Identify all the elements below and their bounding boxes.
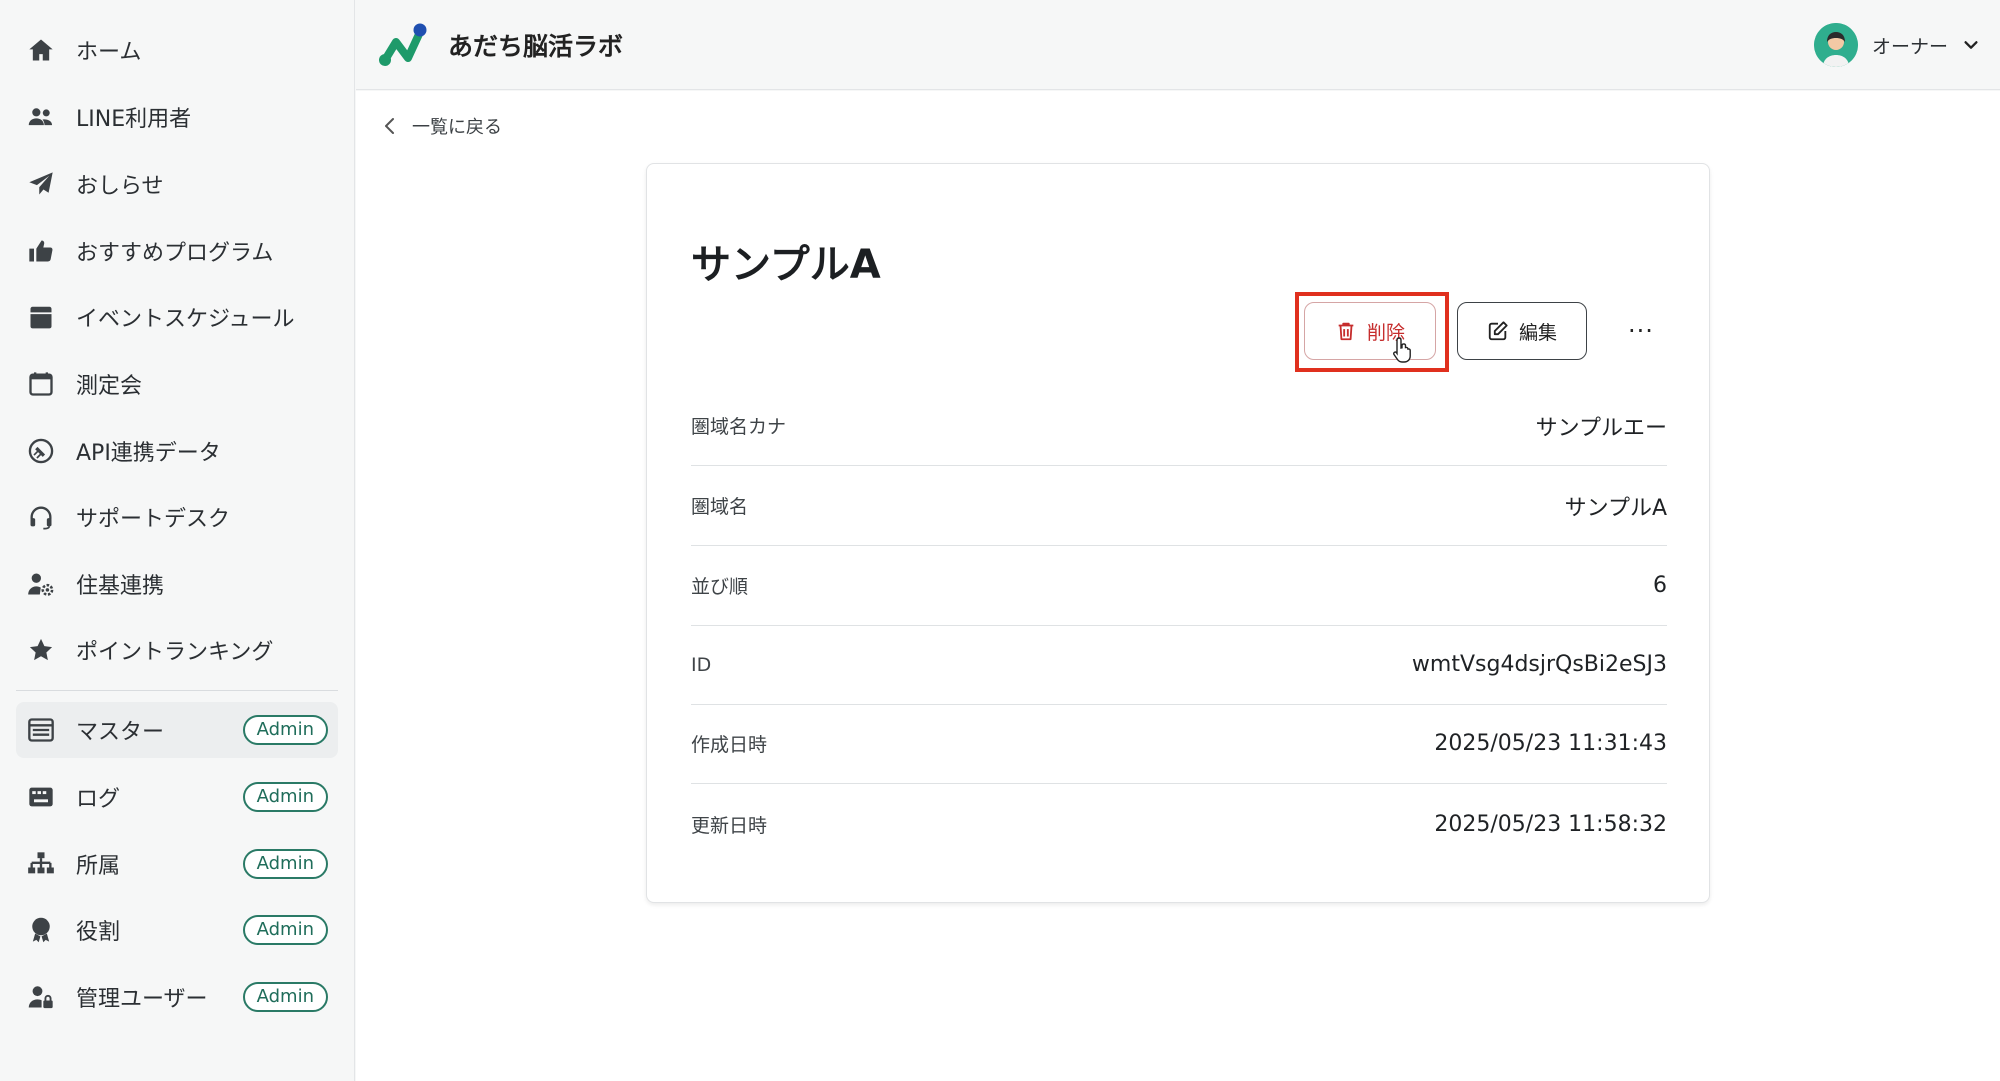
sidebar-item-label: API連携データ bbox=[76, 441, 221, 466]
field-row-area-kana: 圏域名カナ サンプルエー bbox=[691, 386, 1667, 466]
sidebar-item-line-users[interactable]: LINE利用者 bbox=[16, 89, 338, 145]
headset-icon bbox=[26, 502, 56, 532]
hand-cursor-icon bbox=[1393, 337, 1411, 363]
back-link-label: 一覧に戻る bbox=[412, 117, 502, 138]
more-options-label: ··· bbox=[1628, 317, 1654, 345]
sidebar-item-home[interactable]: ホーム bbox=[16, 22, 338, 78]
sidebar-item-admin-users[interactable]: 管理ユーザー Admin bbox=[16, 969, 338, 1025]
sidebar-item-event-schedule[interactable]: イベントスケジュール bbox=[16, 289, 338, 345]
sidebar-item-label: ホーム bbox=[76, 40, 142, 65]
field-row-id: ID wmtVsg4dsjrQsBi2eSJ3 bbox=[691, 625, 1667, 705]
field-value: 2025/05/23 11:58:32 bbox=[1434, 811, 1667, 837]
edit-icon bbox=[1488, 321, 1508, 341]
main-content: 一覧に戻る サンプルA 削除 編集 ··· 圏域名カナ サンプルエー 圏域名 サ… bbox=[356, 91, 2000, 1081]
edit-button[interactable]: 編集 bbox=[1457, 302, 1587, 360]
sidebar-item-news[interactable]: おしらせ bbox=[16, 156, 338, 212]
sidebar-item-label: 所属 bbox=[76, 854, 121, 879]
field-label: 圏域名 bbox=[691, 496, 749, 518]
field-value: サンプルA bbox=[1564, 495, 1667, 521]
admin-badge: Admin bbox=[242, 982, 328, 1012]
field-value: 2025/05/23 11:31:43 bbox=[1434, 731, 1667, 756]
calendar-outline-icon bbox=[26, 369, 56, 399]
sidebar-item-label: ポイントランキング bbox=[76, 640, 274, 665]
page-title: サンプルA bbox=[691, 242, 881, 288]
sidebar-item-role[interactable]: 役割 Admin bbox=[16, 902, 338, 958]
admin-badge: Admin bbox=[242, 715, 328, 745]
sidebar-item-label: 管理ユーザー bbox=[76, 987, 208, 1012]
sidebar-item-label: 測定会 bbox=[76, 374, 143, 399]
star-icon bbox=[26, 635, 56, 665]
user-gear-icon bbox=[26, 569, 56, 599]
sidebar-item-label: サポートデスク bbox=[76, 507, 231, 532]
field-row-area-name: 圏域名 サンプルA bbox=[691, 466, 1667, 546]
sidebar-divider bbox=[16, 690, 338, 691]
thumbs-up-icon bbox=[26, 236, 56, 266]
app-title: あだち脳活ラボ bbox=[448, 31, 624, 61]
field-row-sort-order: 並び順 6 bbox=[691, 546, 1667, 626]
sidebar-item-label: イベントスケジュール bbox=[76, 307, 295, 332]
sidebar-item-resident-registry[interactable]: 住基連携 bbox=[16, 556, 338, 612]
sidebar-item-label: おしらせ bbox=[76, 174, 164, 199]
field-value: 6 bbox=[1653, 573, 1667, 598]
admin-badge: Admin bbox=[242, 915, 328, 945]
paper-plane-icon bbox=[26, 169, 56, 199]
user-name: オーナー bbox=[1871, 35, 1948, 58]
users-icon bbox=[26, 102, 56, 132]
field-row-created-at: 作成日時 2025/05/23 11:31:43 bbox=[691, 704, 1667, 784]
back-to-list-link[interactable]: 一覧に戻る bbox=[382, 113, 502, 139]
sidebar-item-measurement[interactable]: 測定会 bbox=[16, 356, 338, 412]
edit-button-label: 編集 bbox=[1518, 321, 1557, 344]
field-label: 作成日時 bbox=[691, 734, 768, 756]
field-label: 圏域名カナ bbox=[691, 416, 787, 438]
admin-badge: Admin bbox=[242, 782, 328, 812]
avatar bbox=[1813, 23, 1858, 67]
sidebar: ホーム LINE利用者 おしらせ おすすめプログラム イベントスケジュール 測定… bbox=[0, 0, 355, 1081]
user-menu[interactable]: オーナー bbox=[1813, 22, 1980, 68]
admin-badge: Admin bbox=[242, 849, 328, 879]
sidebar-item-label: マスター bbox=[76, 720, 165, 745]
field-label: 更新日時 bbox=[691, 814, 768, 837]
highlight-box bbox=[1295, 292, 1449, 372]
org-chart-icon bbox=[26, 849, 56, 879]
app-logo[interactable] bbox=[376, 20, 428, 70]
field-row-updated-at: 更新日時 2025/05/23 11:58:32 bbox=[691, 784, 1667, 864]
sidebar-item-label: ログ bbox=[76, 787, 121, 812]
user-lock-icon bbox=[26, 982, 56, 1012]
master-icon bbox=[26, 715, 56, 745]
more-options-button[interactable]: ··· bbox=[1621, 314, 1661, 348]
sidebar-item-affiliation[interactable]: 所属 Admin bbox=[16, 836, 338, 892]
sidebar-item-label: 住基連携 bbox=[76, 574, 165, 599]
sidebar-item-recommended[interactable]: おすすめプログラム bbox=[16, 223, 338, 279]
home-icon bbox=[26, 35, 56, 65]
sidebar-item-label: LINE利用者 bbox=[76, 107, 192, 132]
sidebar-item-label: 役割 bbox=[76, 920, 121, 945]
sidebar-item-log[interactable]: ログ Admin bbox=[16, 769, 338, 825]
field-label: ID bbox=[691, 653, 712, 676]
sidebar-item-point-ranking[interactable]: ポイントランキング bbox=[16, 622, 338, 678]
sidebar-item-support-desk[interactable]: サポートデスク bbox=[16, 489, 338, 545]
field-value: wmtVsg4dsjrQsBi2eSJ3 bbox=[1411, 652, 1667, 677]
field-value: サンプルエー bbox=[1535, 415, 1667, 441]
top-header: あだち脳活ラボ オーナー bbox=[356, 0, 2000, 90]
calendar-filled-icon bbox=[26, 302, 56, 332]
log-icon bbox=[26, 782, 56, 812]
sidebar-item-master[interactable]: マスター Admin bbox=[16, 702, 338, 758]
sidebar-item-label: おすすめプログラム bbox=[76, 241, 274, 266]
award-icon bbox=[26, 915, 56, 945]
chevron-down-icon bbox=[1964, 41, 1978, 49]
field-label: 並び順 bbox=[691, 576, 749, 598]
detail-card: サンプルA 削除 編集 ··· 圏域名カナ サンプルエー 圏域名 サンプルA 並… bbox=[646, 163, 1710, 903]
plug-icon bbox=[26, 436, 56, 466]
sidebar-item-api-data[interactable]: API連携データ bbox=[16, 423, 338, 479]
chevron-left-icon bbox=[385, 118, 394, 134]
